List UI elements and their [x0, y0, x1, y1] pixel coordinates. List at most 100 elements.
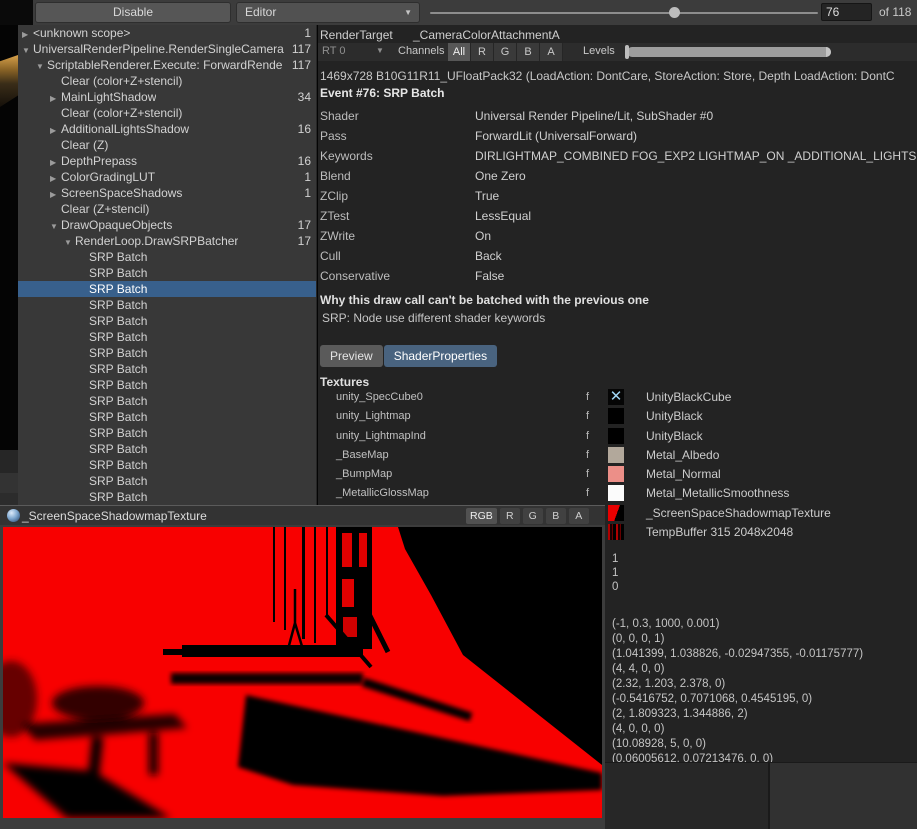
tree-row[interactable]: SRP Batch — [18, 265, 316, 281]
tree-row-label: ScreenSpaceShadows — [61, 185, 182, 201]
channel-button[interactable]: G — [494, 43, 517, 61]
tree-row-label: SRP Batch — [89, 281, 147, 297]
tree-row-count: 16 — [298, 153, 311, 169]
texture-thumbnail[interactable] — [608, 524, 624, 540]
tree-row-label: SRP Batch — [89, 377, 147, 393]
scene-object-fragment — [0, 55, 18, 107]
levels-min-handle[interactable] — [625, 45, 629, 59]
texture-row[interactable]: _BaseMap f Metal_Albedo — [318, 446, 917, 465]
texture-row[interactable]: unity_LightmapInd f UnityBlack — [318, 427, 917, 446]
detail-label: ZWrite — [320, 226, 355, 246]
preview-channel-button[interactable]: RGB — [466, 508, 497, 524]
preview-channel-button[interactable]: G — [523, 508, 543, 524]
target-dropdown[interactable]: Editor ▼ — [236, 2, 420, 23]
tree-row[interactable]: DepthPrepass 16 — [18, 153, 316, 169]
tree-row[interactable]: RenderLoop.DrawSRPBatcher 17 — [18, 233, 316, 249]
tree-row-label: SRP Batch — [89, 441, 147, 457]
vector-values: (-1, 0.3, 1000, 0.001)(0, 0, 0, 1)(1.041… — [612, 617, 863, 767]
tree-row[interactable]: SRP Batch — [18, 345, 316, 361]
tree-row[interactable]: SRP Batch — [18, 425, 316, 441]
tree-row[interactable]: MainLightShadow 34 — [18, 89, 316, 105]
tree-row[interactable]: SRP Batch — [18, 281, 316, 297]
event-slider-track[interactable] — [430, 12, 818, 14]
texture-flag: f — [586, 391, 589, 403]
shadowmap-preview-image[interactable] — [3, 527, 602, 818]
detail-value: True — [475, 186, 499, 206]
detail-label: Keywords — [320, 146, 373, 166]
tree-row-count: 1 — [304, 185, 311, 201]
texture-flag: f — [586, 410, 589, 422]
preview-channel-button[interactable]: B — [546, 508, 566, 524]
tree-row-label: SRP Batch — [89, 409, 147, 425]
tree-row[interactable]: SRP Batch — [18, 377, 316, 393]
tree-row[interactable]: SRP Batch — [18, 393, 316, 409]
tree-row[interactable]: SRP Batch — [18, 361, 316, 377]
tree-row[interactable]: SRP Batch — [18, 409, 316, 425]
tree-row[interactable]: <unknown scope> 1 — [18, 25, 316, 41]
tree-row-label: RenderLoop.DrawSRPBatcher — [75, 233, 238, 249]
rt-index-dropdown[interactable]: RT 0 — [322, 45, 345, 57]
tree-row[interactable]: ColorGradingLUT 1 — [18, 169, 316, 185]
texture-thumbnail[interactable] — [608, 505, 624, 521]
detail-value: ForwardLit (UniversalForward) — [475, 126, 637, 146]
texture-thumbnail[interactable] — [608, 466, 624, 482]
tree-row[interactable]: SRP Batch — [18, 329, 316, 345]
texture-thumbnail[interactable] — [608, 428, 624, 444]
levels-max-handle[interactable] — [826, 47, 831, 57]
texture-property-name: unity_Lightmap — [336, 410, 411, 422]
preview-title: _ScreenSpaceShadowmapTexture — [22, 509, 207, 523]
tree-row[interactable]: Clear (Z+stencil) — [18, 201, 316, 217]
texture-name: Metal_Normal — [646, 467, 721, 481]
channel-button[interactable]: All — [448, 43, 471, 61]
tree-row-count: 1 — [304, 169, 311, 185]
tree-row[interactable]: Clear (color+Z+stencil) — [18, 73, 316, 89]
texture-thumbnail[interactable] — [608, 485, 624, 501]
tree-row[interactable]: ScriptableRenderer.Execute: ForwardRende… — [18, 57, 316, 73]
tree-row[interactable]: SRP Batch — [18, 473, 316, 489]
texture-thumbnail[interactable] — [608, 447, 624, 463]
texture-row[interactable]: _BumpMap f Metal_Normal — [318, 465, 917, 484]
channel-button[interactable]: A — [540, 43, 563, 61]
preview-channel-button[interactable]: A — [569, 508, 589, 524]
toolbar: Disable Editor ▼ of 118 — [0, 0, 917, 25]
levels-range-slider[interactable] — [627, 47, 831, 57]
tree-row[interactable]: Clear (color+Z+stencil) — [18, 105, 316, 121]
float-values: 110 — [612, 552, 618, 594]
tree-row[interactable]: UniversalRenderPipeline.RenderSingleCame… — [18, 41, 316, 57]
channel-button[interactable]: R — [471, 43, 494, 61]
frame-debugger-window: Disable Editor ▼ of 118 <unknown scope> … — [0, 0, 917, 829]
texture-thumbnail[interactable] — [608, 389, 624, 405]
tree-row-count: 117 — [292, 41, 311, 57]
tab[interactable]: ShaderProperties — [384, 345, 497, 367]
detail-value: LessEqual — [475, 206, 531, 226]
tree-row[interactable]: AdditionalLightsShadow 16 — [18, 121, 316, 137]
texture-row[interactable]: unity_Lightmap f UnityBlack — [318, 407, 917, 426]
detail-row: ZTest LessEqual — [318, 206, 917, 226]
detail-row: Cull Back — [318, 246, 917, 266]
texture-flag: f — [586, 468, 589, 480]
tree-row-label: ColorGradingLUT — [61, 169, 155, 185]
tree-row[interactable]: SRP Batch — [18, 489, 316, 505]
tree-row[interactable]: Clear (Z) — [18, 137, 316, 153]
channel-buttons: AllRGBA — [448, 43, 563, 61]
texture-thumbnail[interactable] — [608, 408, 624, 424]
tree-row[interactable]: ScreenSpaceShadows 1 — [18, 185, 316, 201]
preview-channel-button[interactable]: R — [500, 508, 520, 524]
detail-label: ZClip — [320, 186, 348, 206]
tab[interactable]: Preview — [320, 345, 383, 367]
tree-row[interactable]: SRP Batch — [18, 297, 316, 313]
channel-button[interactable]: B — [517, 43, 540, 61]
tree-row[interactable]: SRP Batch — [18, 313, 316, 329]
texture-row[interactable]: unity_SpecCube0 f UnityBlackCube — [318, 388, 917, 407]
event-slider-handle[interactable] — [669, 7, 680, 18]
event-tree-panel: <unknown scope> 1 UniversalRenderPipelin… — [18, 25, 317, 505]
event-number-input[interactable] — [821, 3, 872, 21]
disable-button[interactable]: Disable — [35, 2, 231, 23]
tree-row[interactable]: SRP Batch — [18, 457, 316, 473]
tree-row[interactable]: SRP Batch — [18, 249, 316, 265]
vector-value: (4, 0, 0, 0) — [612, 722, 863, 737]
texture-row[interactable]: _MetallicGlossMap f Metal_MetallicSmooth… — [318, 484, 917, 503]
vector-value: (-0.5416752, 0.7071068, 0.4545195, 0) — [612, 692, 863, 707]
tree-row[interactable]: DrawOpaqueObjects 17 — [18, 217, 316, 233]
tree-row[interactable]: SRP Batch — [18, 441, 316, 457]
